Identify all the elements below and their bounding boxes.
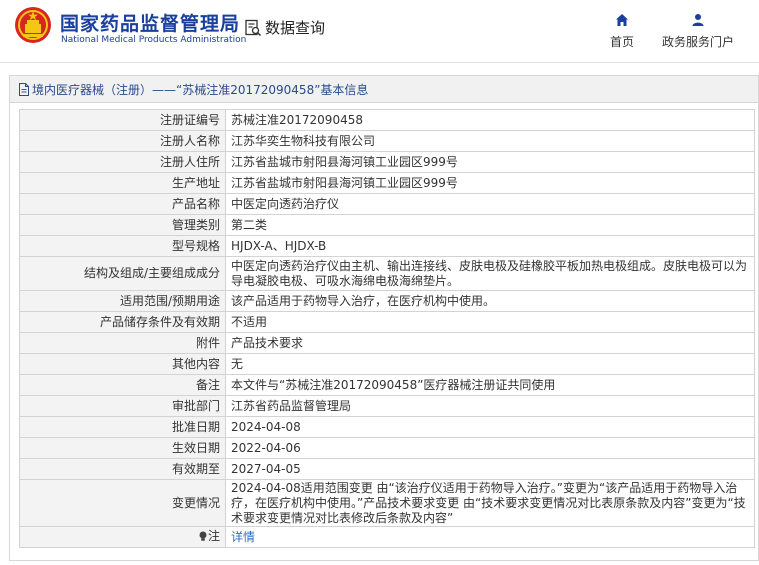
site-header: 国家药品监督管理局 National Medical Products Admi… — [0, 0, 759, 62]
field-label: 其他内容 — [19, 353, 226, 375]
header-divider — [0, 62, 759, 63]
field-value: 2022-04-06 — [225, 437, 755, 459]
field-value: 江苏省药品监督管理局 — [225, 395, 755, 417]
field-label: 有效期至 — [19, 458, 226, 480]
field-label: 变更情况 — [19, 479, 226, 527]
user-icon — [692, 14, 704, 26]
field-value: 江苏省盐城市射阳县海河镇工业园区999号 — [225, 172, 755, 194]
table-row: 生产地址 江苏省盐城市射阳县海河镇工业园区999号 — [19, 172, 755, 194]
table-row: 生效日期 2022-04-06 — [19, 437, 755, 459]
basic-info-panel: 境内医疗器械（注册）——“苏械注准20172090458”基本信息 注册证编号苏… — [9, 75, 759, 561]
table-row: 产品名称 中医定向透药治疗仪 — [19, 193, 755, 215]
field-value: 江苏华奕生物科技有限公司 — [225, 130, 755, 152]
note-label: 注 — [207, 528, 220, 543]
table-row: 型号规格 HJDX-A、HJDX-B — [19, 235, 755, 257]
home-icon — [616, 14, 628, 26]
field-value: 该产品适用于药物导入治疗，在医疗机构中使用。 — [225, 290, 755, 312]
data-query-icon — [245, 19, 262, 36]
table-row: 有效期至 2027-04-05 — [19, 458, 755, 480]
table-row: 附件 产品技术要求 — [19, 332, 755, 354]
data-query-label: 数据查询 — [265, 19, 326, 37]
field-label: 批准日期 — [19, 416, 226, 438]
field-value: 江苏省盐城市射阳县海河镇工业园区999号 — [225, 151, 755, 173]
table-row: 备注 本文件与“苏械注准20172090458”医疗器械注册证共同使用 — [19, 374, 755, 396]
panel-title: 境内医疗器械（注册）——“苏械注准20172090458”基本信息 — [10, 76, 758, 103]
field-label: 型号规格 — [19, 235, 226, 257]
field-value: HJDX-A、HJDX-B — [225, 235, 755, 257]
field-label: 管理类别 — [19, 214, 226, 236]
lightbulb-icon — [199, 531, 207, 541]
document-icon — [19, 82, 29, 96]
field-label: 注册人住所 — [19, 151, 226, 173]
table-row: 批准日期 2024-04-08 — [19, 416, 755, 438]
brand-name-en[interactable]: National Medical Products Administration — [61, 35, 246, 45]
field-label: 附件 — [19, 332, 226, 354]
nav-gov-service-label: 政务服务门户 — [661, 35, 734, 49]
table-row: 产品储存条件及有效期 不适用 — [19, 311, 755, 333]
field-label: 产品储存条件及有效期 — [19, 311, 226, 333]
field-label: 注册证编号 — [19, 109, 226, 131]
field-value: 苏械注准20172090458 — [225, 109, 755, 131]
note-label-cell: 注 — [19, 526, 226, 548]
field-label: 注册人名称 — [19, 130, 226, 152]
note-value-cell: 详情 — [225, 526, 755, 548]
field-label: 产品名称 — [19, 193, 226, 215]
field-value: 产品技术要求 — [225, 332, 755, 354]
field-value: 第二类 — [225, 214, 755, 236]
nav-home[interactable]: 首页 — [602, 13, 642, 50]
field-value: 无 — [225, 353, 755, 375]
field-value: 2024-04-08 — [225, 416, 755, 438]
nav-home-label: 首页 — [609, 35, 634, 49]
field-value: 2027-04-05 — [225, 458, 755, 480]
field-label: 结构及组成/主要组成成分 — [19, 256, 226, 291]
field-label: 备注 — [19, 374, 226, 396]
info-table: 注册证编号 苏械注准20172090458 注册人名称 江苏华奕生物科技有限公司 注… — [19, 109, 755, 548]
table-row: 注 详情 — [19, 526, 755, 548]
national-emblem-logo[interactable] — [14, 6, 52, 44]
nav-gov-service-portal[interactable]: 政务服务门户 — [658, 13, 738, 50]
field-label: 生效日期 — [19, 437, 226, 459]
table-row: 变更情况 2024-04-08适用范围变更 由“该治疗仪适用于药物导入治疗。”变更… — [19, 479, 755, 527]
table-row: 其他内容无 — [19, 353, 755, 375]
table-row: 结构及组成/主要组成成分 中医定向透药治疗仪由主机、输出连接线、皮肤电极及硅橡胶平… — [19, 256, 755, 291]
panel-title-text: 境内医疗器械（注册）——“苏械注准20172090458”基本信息 — [32, 82, 369, 97]
field-value: 不适用 — [225, 311, 755, 333]
table-row: 管理类别 第二类 — [19, 214, 755, 236]
table-row: 适用范围/预期用途 该产品适用于药物导入治疗，在医疗机构中使用。 — [19, 290, 755, 312]
field-value: 本文件与“苏械注准20172090458”医疗器械注册证共同使用 — [225, 374, 755, 396]
field-label: 适用范围/预期用途 — [19, 290, 226, 312]
details-link[interactable]: 详情 — [231, 530, 255, 544]
table-row: 注册人名称 江苏华奕生物科技有限公司 — [19, 130, 755, 152]
field-value: 2024-04-08适用范围变更 由“该治疗仪适用于药物导入治疗。”变更为“该产… — [225, 479, 755, 527]
table-row: 注册证编号 苏械注准20172090458 — [19, 109, 755, 131]
data-query-link[interactable]: 数据查询 — [244, 17, 325, 38]
brand-name-cn[interactable]: 国家药品监督管理局 — [60, 9, 240, 36]
field-label: 审批部门 — [19, 395, 226, 417]
field-label: 生产地址 — [19, 172, 226, 194]
field-value: 中医定向透药治疗仪 — [225, 193, 755, 215]
field-value: 中医定向透药治疗仪由主机、输出连接线、皮肤电极及硅橡胶平板加热电极组成。皮肤电极… — [225, 256, 755, 291]
table-row: 注册人住所 江苏省盐城市射阳县海河镇工业园区999号 — [19, 151, 755, 173]
table-row: 审批部门 江苏省药品监督管理局 — [19, 395, 755, 417]
